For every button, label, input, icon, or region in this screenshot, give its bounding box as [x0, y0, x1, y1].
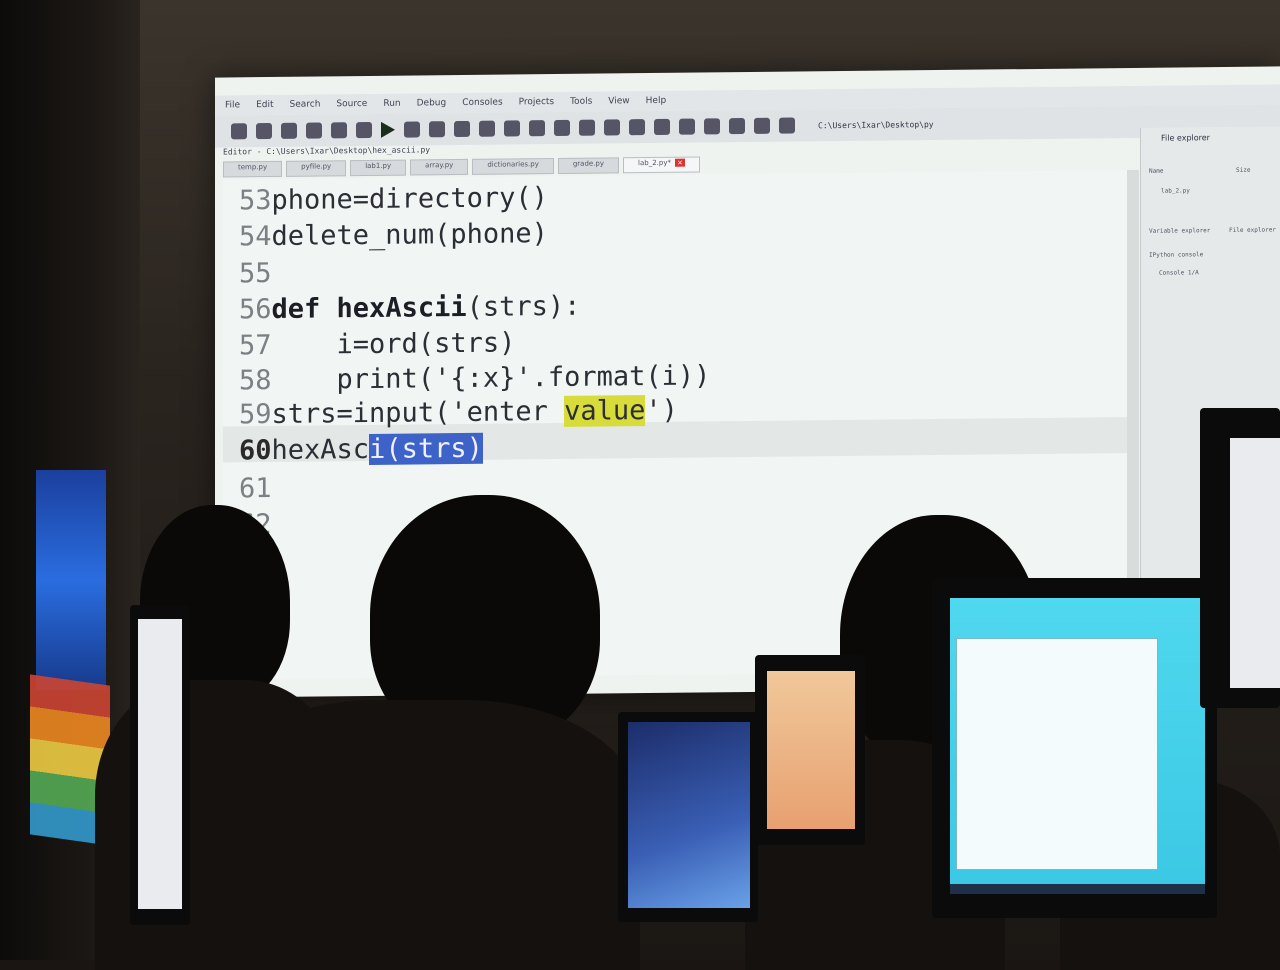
code-line: 58 print('{:x}'.format(i)): [239, 360, 710, 399]
tab-temp[interactable]: temp.py: [223, 160, 283, 178]
line-number: 59: [239, 398, 272, 431]
menu-source[interactable]: Source: [336, 99, 367, 109]
line-number: 60: [239, 434, 272, 467]
menu-tools[interactable]: Tools: [570, 97, 592, 107]
line-number: 61: [239, 472, 272, 505]
menu-projects[interactable]: Projects: [519, 97, 554, 107]
search-highlight: value: [564, 395, 646, 427]
taskbar: [950, 884, 1205, 894]
windows-desktop-screen: [628, 722, 750, 908]
text-selection: i(strs): [369, 432, 483, 465]
console-pane-title: IPython console: [1149, 251, 1204, 259]
monitor-screen: [138, 619, 182, 909]
monitor-laptop: [618, 712, 758, 922]
code-line: 61: [239, 473, 272, 507]
menu-consoles[interactable]: Consoles: [462, 98, 502, 108]
editor-path: Editor - C:\Users\Ixar\Desktop\hex_ascii…: [223, 145, 431, 157]
tab-file-explorer[interactable]: File explorer: [1229, 226, 1276, 233]
code-line: 55: [239, 258, 272, 292]
monitor-center: [755, 655, 865, 845]
line-number: 57: [239, 329, 272, 362]
column-size: Size: [1236, 166, 1251, 174]
tab-dictionaries[interactable]: dictionaries.py: [472, 158, 554, 175]
console-tab[interactable]: Console 1/A: [1159, 269, 1199, 276]
new-file-icon[interactable]: [231, 123, 247, 140]
line-number: 54: [239, 220, 272, 253]
continue-icon[interactable]: [604, 119, 620, 136]
monitor-far-right: [1200, 408, 1280, 708]
menu-run[interactable]: Run: [383, 99, 400, 109]
run-selection-icon[interactable]: [454, 120, 470, 138]
tab-lab2-label: lab_2.py*: [638, 158, 671, 168]
menu-debug[interactable]: Debug: [417, 98, 447, 108]
preferences-icon[interactable]: [356, 121, 372, 139]
code-line-current: 60hexAsci(strs): [239, 432, 483, 470]
code-line: 56def hexAscii(strs):: [239, 291, 580, 329]
tab-lab2[interactable]: lab_2.py* ×: [623, 156, 700, 174]
line-number: 56: [239, 293, 272, 326]
pane-title: File explorer: [1161, 133, 1210, 143]
ide-screen: [950, 598, 1205, 894]
tab-array[interactable]: array.py: [410, 158, 469, 176]
code-text: hexAsc: [271, 433, 370, 466]
code-text: strs=input('enter: [271, 395, 565, 430]
run-icon[interactable]: [381, 121, 395, 138]
stop-icon[interactable]: [629, 119, 645, 136]
line-number: 55: [239, 257, 272, 290]
code-text: print('{:x}'.format(i)): [271, 360, 711, 396]
monitor-screen: [767, 671, 855, 829]
line-number: 58: [239, 364, 272, 397]
step-icon[interactable]: [529, 120, 545, 137]
wrench-icon[interactable]: [704, 118, 720, 135]
forward-arrow-icon[interactable]: [779, 117, 795, 134]
function-name: hexAscii: [336, 291, 467, 325]
tab-lab1[interactable]: lab1.py: [350, 159, 407, 177]
run-cell-icon[interactable]: [404, 121, 420, 138]
step-into-icon[interactable]: [554, 119, 570, 137]
keyword-def: def: [271, 293, 337, 325]
line-number: 53: [239, 184, 272, 217]
code-text: (strs):: [466, 290, 581, 323]
print-icon[interactable]: [331, 122, 347, 139]
code-line: 59strs=input('enter value'): [239, 395, 678, 434]
mini-editor: [956, 638, 1158, 870]
menu-edit[interactable]: Edit: [256, 100, 273, 110]
save-all-icon[interactable]: [306, 122, 322, 139]
monitor-right: [932, 578, 1217, 918]
run-cell-advance-icon[interactable]: [429, 121, 445, 138]
monitor-left: [130, 605, 190, 925]
menu-search[interactable]: Search: [290, 99, 321, 109]
save-icon[interactable]: [281, 122, 297, 139]
menu-help[interactable]: Help: [646, 96, 667, 106]
code-text: i=ord(strs): [271, 327, 516, 361]
rerun-icon[interactable]: [479, 120, 495, 137]
tab-grade[interactable]: grade.py: [557, 157, 620, 174]
menu-view[interactable]: View: [608, 96, 629, 106]
side-monitor-screen: [36, 470, 106, 690]
working-directory[interactable]: C:\Users\Ixar\Desktop\py: [818, 120, 934, 130]
back-arrow-icon[interactable]: [754, 117, 770, 134]
close-tab-icon[interactable]: ×: [674, 158, 685, 167]
code-line: 53phone=directory(): [239, 182, 548, 219]
monitor-screen: [1230, 438, 1280, 688]
code-text: delete_num(phone): [271, 218, 548, 252]
code-line: 54delete_num(phone): [239, 218, 548, 255]
open-folder-icon[interactable]: [256, 122, 272, 140]
column-name: Name: [1149, 167, 1164, 175]
step-return-icon[interactable]: [579, 119, 595, 136]
fullscreen-icon[interactable]: [679, 118, 695, 135]
tab-pyfile[interactable]: pyfile.py: [286, 160, 347, 177]
debug-icon[interactable]: [504, 120, 520, 137]
tab-variable-explorer[interactable]: Variable explorer: [1149, 227, 1210, 235]
maximize-pane-icon[interactable]: [654, 118, 670, 135]
code-text: '): [645, 394, 678, 427]
python-path-icon[interactable]: [729, 118, 745, 135]
code-line: 57 i=ord(strs): [239, 327, 515, 364]
student-body: [200, 700, 640, 970]
code-text: phone=directory(): [271, 182, 548, 216]
menu-file[interactable]: File: [225, 100, 240, 110]
file-entry[interactable]: lab_2.py: [1161, 187, 1190, 194]
